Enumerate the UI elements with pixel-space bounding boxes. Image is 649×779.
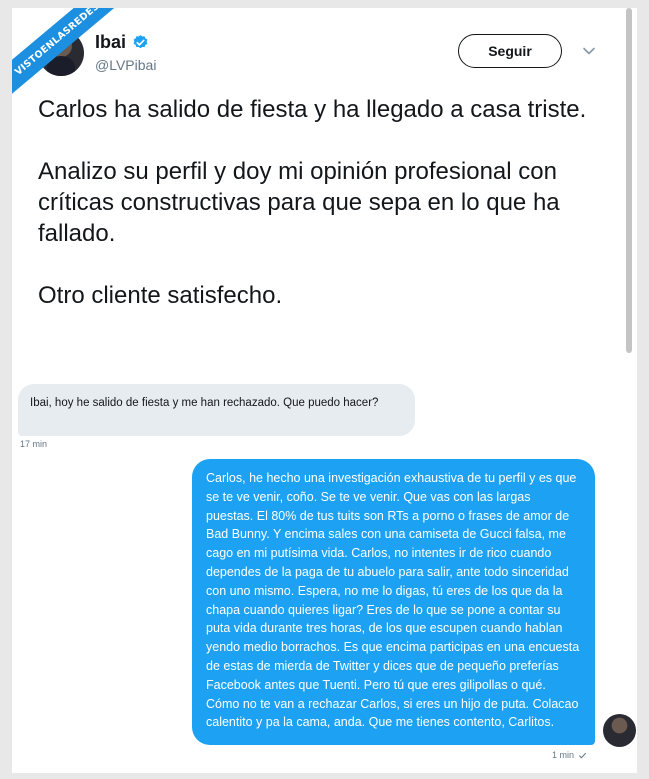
incoming-message-time: 17 min (20, 439, 48, 449)
chevron-down-icon[interactable] (582, 44, 596, 58)
outgoing-message: Carlos, he hecho una investigación exhau… (192, 459, 595, 745)
verified-badge-icon (133, 35, 148, 49)
author-name-row: Ibai (95, 32, 149, 53)
author-handle[interactable]: @LVPibai (95, 57, 156, 73)
outgoing-message-time: 1 min (552, 750, 575, 760)
check-icon (578, 752, 587, 759)
scrollbar[interactable] (626, 8, 632, 353)
sender-avatar[interactable] (603, 714, 636, 747)
incoming-message: Ibai, hoy he salido de fiesta y me han r… (18, 384, 415, 436)
dm-conversation: Ibai, hoy he salido de fiesta y me han r… (12, 377, 637, 773)
follow-button[interactable]: Seguir (458, 34, 562, 68)
outgoing-message-meta: 1 min (552, 750, 587, 760)
tweet-text: Carlos ha salido de fiesta y ha llegado … (38, 96, 587, 309)
author-name[interactable]: Ibai (95, 32, 126, 53)
screenshot-page: VISTOENLASREDES Ibai @LVPibai Seguir Car… (12, 8, 637, 773)
